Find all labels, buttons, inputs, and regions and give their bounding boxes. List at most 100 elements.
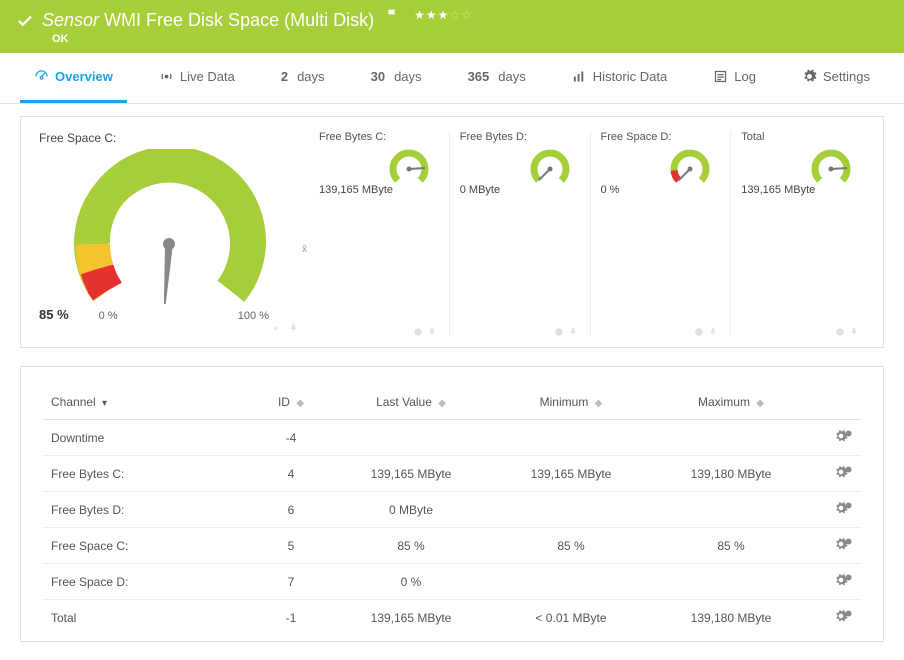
col-header-minimum[interactable]: Minimum ◆ <box>491 385 651 420</box>
tab-log[interactable]: Log <box>699 53 770 103</box>
gear-icon <box>844 573 853 582</box>
mini-gauge[interactable]: Free Bytes D: 0 MByte <box>449 131 584 337</box>
mini-gauge[interactable]: Total 139,165 MByte <box>730 131 865 337</box>
row-settings-button[interactable] <box>811 492 861 528</box>
tab-live-data[interactable]: Live Data <box>145 53 249 103</box>
cell-channel: Free Bytes C: <box>43 456 251 492</box>
table-row: Free Bytes D: 6 0 MByte <box>43 492 861 528</box>
table-row: Free Space C: 5 85 % 85 % 85 % <box>43 528 861 564</box>
cell-last-value <box>331 420 491 456</box>
row-settings-button[interactable] <box>811 528 861 564</box>
priority-stars[interactable]: ★★★☆☆ <box>414 7 473 22</box>
gear-icon <box>694 327 704 337</box>
cell-id: -1 <box>251 600 331 636</box>
check-icon <box>16 12 34 30</box>
row-settings-button[interactable] <box>811 600 861 636</box>
cell-id: -4 <box>251 420 331 456</box>
mini-gauge-actions[interactable] <box>835 327 859 337</box>
gear-icon <box>270 323 281 334</box>
tab-overview[interactable]: Overview <box>20 53 127 103</box>
mini-gauge-label: Free Space D: <box>601 131 725 143</box>
cell-id: 6 <box>251 492 331 528</box>
cell-maximum <box>651 564 811 600</box>
cell-last-value: 85 % <box>331 528 491 564</box>
cell-maximum <box>651 492 811 528</box>
tab-30-days[interactable]: 30days <box>357 53 436 103</box>
table-row: Free Space D: 7 0 % <box>43 564 861 600</box>
cell-maximum <box>651 420 811 456</box>
cell-minimum <box>491 492 651 528</box>
cell-channel: Free Space C: <box>43 528 251 564</box>
cell-channel: Free Bytes D: <box>43 492 251 528</box>
cell-minimum: < 0.01 MByte <box>491 600 651 636</box>
table-row: Total -1 139,165 MByte < 0.01 MByte 139,… <box>43 600 861 636</box>
cell-minimum <box>491 564 651 600</box>
cell-last-value: 0 % <box>331 564 491 600</box>
cell-minimum: 85 % <box>491 528 651 564</box>
flag-icon[interactable] <box>386 8 400 22</box>
cell-last-value: 139,165 MByte <box>331 600 491 636</box>
gear-icon <box>413 327 423 337</box>
row-settings-button[interactable] <box>811 420 861 456</box>
col-header-channel[interactable]: Channel ▾ <box>43 385 251 420</box>
table-row: Downtime -4 <box>43 420 861 456</box>
tab-bar: Overview Live Data 2days 30days 365days … <box>0 53 904 104</box>
mini-gauge-label: Total <box>741 131 865 143</box>
gear-icon <box>844 429 853 438</box>
gear-icon <box>835 327 845 337</box>
gauges-panel: Free Space C: <box>20 116 884 348</box>
cell-last-value: 139,165 MByte <box>331 456 491 492</box>
mini-gauge-chart <box>601 145 725 188</box>
gauge-value: 85 % <box>39 307 69 322</box>
mini-gauge-actions[interactable] <box>694 327 718 337</box>
cell-maximum: 139,180 MByte <box>651 600 811 636</box>
tab-historic-data[interactable]: Historic Data <box>558 53 681 103</box>
channels-table: Channel ▾ ID ◆ Last Value ◆ Minimum ◆ Ma… <box>43 385 861 635</box>
row-settings-button[interactable] <box>811 564 861 600</box>
mini-gauge-actions[interactable] <box>413 327 437 337</box>
pin-icon <box>427 327 437 337</box>
cell-id: 5 <box>251 528 331 564</box>
chart-icon <box>572 69 587 84</box>
col-header-id[interactable]: ID ◆ <box>251 385 331 420</box>
channels-table-panel: Channel ▾ ID ◆ Last Value ◆ Minimum ◆ Ma… <box>20 366 884 642</box>
gear-icon <box>844 609 853 618</box>
tab-365-days[interactable]: 365days <box>454 53 540 103</box>
col-header-last-value[interactable]: Last Value ◆ <box>331 385 491 420</box>
marker-label: x̄ <box>302 244 307 255</box>
mini-gauge-actions[interactable] <box>554 327 578 337</box>
gear-icon <box>844 501 853 510</box>
live-icon <box>159 69 174 84</box>
mini-gauge-chart <box>460 145 584 188</box>
table-row: Free Bytes C: 4 139,165 MByte 139,165 MB… <box>43 456 861 492</box>
col-header-maximum[interactable]: Maximum ◆ <box>651 385 811 420</box>
cell-maximum: 85 % <box>651 528 811 564</box>
pin-icon <box>708 327 718 337</box>
log-icon <box>713 69 728 84</box>
cell-channel: Downtime <box>43 420 251 456</box>
gauge-icon <box>34 69 49 84</box>
cell-channel: Total <box>43 600 251 636</box>
cell-id: 7 <box>251 564 331 600</box>
gear-icon <box>554 327 564 337</box>
sensor-header: Sensor WMI Free Disk Space (Multi Disk) … <box>0 0 904 53</box>
primary-gauge[interactable]: Free Space C: <box>39 131 299 337</box>
page-title: Sensor WMI Free Disk Space (Multi Disk) <box>42 10 374 31</box>
pin-icon <box>849 327 859 337</box>
gear-icon <box>844 465 853 474</box>
tab-settings[interactable]: Settings <box>788 53 884 103</box>
mini-gauge-chart <box>319 145 443 188</box>
gauge-label: Free Space C: <box>39 131 299 145</box>
tab-2-days[interactable]: 2days <box>267 53 339 103</box>
cell-channel: Free Space D: <box>43 564 251 600</box>
row-settings-button[interactable] <box>811 456 861 492</box>
cell-id: 4 <box>251 456 331 492</box>
mini-gauge[interactable]: Free Bytes C: 139,165 MByte <box>309 131 443 337</box>
gauge-actions[interactable] <box>39 322 299 337</box>
mini-gauge[interactable]: Free Space D: 0 % <box>590 131 725 337</box>
cell-minimum: 139,165 MByte <box>491 456 651 492</box>
gear-icon <box>844 537 853 546</box>
cell-last-value: 0 MByte <box>331 492 491 528</box>
gauge-chart <box>69 149 269 304</box>
cell-minimum <box>491 420 651 456</box>
